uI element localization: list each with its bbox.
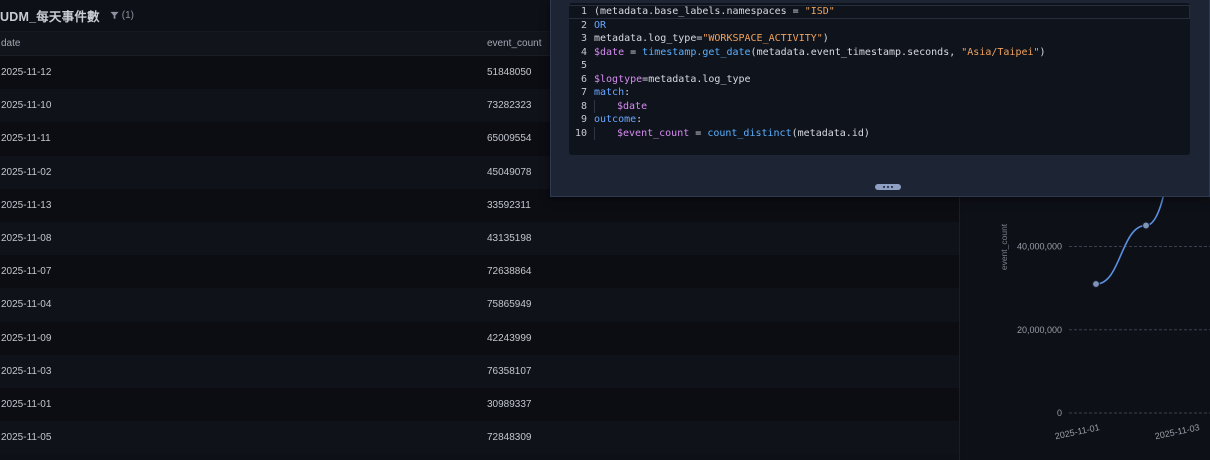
app-root: UDM_每天事件數 (1) date event_count 2025-11-1… <box>0 0 1210 460</box>
code-token: : <box>624 87 631 99</box>
table-row[interactable]: 2025-11-04 75865949 <box>0 288 959 322</box>
code-token: $logtype <box>594 73 643 85</box>
line-number: 8 <box>580 100 587 112</box>
code-line[interactable]: 8 $date <box>569 99 1190 114</box>
cell-event-count: 42243999 <box>487 332 532 344</box>
cell-event-count: 30989337 <box>487 398 532 410</box>
line-number: 1 <box>580 6 587 18</box>
code-line[interactable]: 7 match: <box>569 86 1190 100</box>
cell-date: 2025-11-09 <box>1 332 52 344</box>
code-token: metadata.log_type= <box>594 33 703 45</box>
x-tick-label: 2025-11-01 <box>1054 422 1100 441</box>
code-token: (metadata.id) <box>791 127 870 139</box>
column-header-date[interactable]: date <box>0 38 487 49</box>
table-row[interactable]: 2025-11-01 30989337 <box>0 387 959 422</box>
code-token: "ISD" <box>804 6 835 18</box>
code-token: timestamp.get_date <box>642 46 751 58</box>
code-token: OR <box>594 19 607 31</box>
table-row[interactable]: 2025-11-03 76358107 <box>0 354 959 388</box>
table-row[interactable]: 2025-11-08 43135198 <box>0 221 959 256</box>
indent-guide <box>594 99 595 113</box>
table-row[interactable]: 2025-11-09 42243999 <box>0 321 959 355</box>
line-number: 9 <box>580 114 587 126</box>
cell-date: 2025-11-01 <box>1 398 52 410</box>
code-line[interactable]: 10 $event_count = count_distinct (metadata… <box>569 126 1190 141</box>
code-token: (metadata.event_timestamp.seconds, <box>750 46 962 58</box>
code-token: "Asia/Taipei" <box>961 46 1040 58</box>
cell-event-count: 72638864 <box>487 266 532 278</box>
code-token: (metadata.base_labels.namespaces = <box>594 6 805 18</box>
code-token: match <box>594 87 625 99</box>
cell-event-count: 33592311 <box>487 199 531 211</box>
code-token: $date <box>617 100 648 112</box>
line-number: 3 <box>580 33 587 45</box>
cell-event-count: 72848309 <box>487 432 532 444</box>
cell-date: 2025-11-13 <box>1 199 52 211</box>
cell-date: 2025-11-10 <box>1 100 52 112</box>
table-row[interactable]: 2025-11-05 72848309 <box>0 421 959 455</box>
cell-date: 2025-11-07 <box>1 266 52 278</box>
code-line[interactable]: 3 metadata.log_type= "WORKSPACE_ACTIVITY") <box>569 32 1190 46</box>
code-editor[interactable]: 1 (metadata.base_labels.namespaces = "ISD… <box>569 3 1190 155</box>
code-token: =metadata.log_type <box>642 73 751 85</box>
y-tick-label: 20,000,000 <box>1017 325 1062 335</box>
code-line[interactable]: 1 (metadata.base_labels.namespaces = "ISD… <box>569 5 1190 19</box>
indent-guide <box>594 126 595 140</box>
y-tick-label: 40,000,000 <box>1017 242 1062 252</box>
line-number: 2 <box>580 19 587 31</box>
line-number: 6 <box>580 73 587 85</box>
code-token: "WORKSPACE_ACTIVITY" <box>702 33 823 45</box>
cell-event-count: 75865949 <box>487 299 532 311</box>
code-line[interactable]: 4 $date = timestamp.get_date (metadata.eve… <box>569 46 1190 60</box>
filter-button[interactable]: (1) <box>110 10 134 21</box>
code-token: = <box>624 46 643 58</box>
x-tick-label: 2025-11-03 <box>1154 422 1200 441</box>
cell-event-count: 76358107 <box>487 365 532 377</box>
code-line[interactable]: 2 OR <box>569 19 1190 33</box>
cell-date: 2025-11-05 <box>1 432 52 444</box>
filter-icon <box>110 11 119 20</box>
code-token: $date <box>594 46 625 58</box>
line-number: 5 <box>580 60 587 72</box>
cell-date: 2025-11-12 <box>1 67 52 79</box>
code-token: ) <box>1039 46 1046 58</box>
code-token: outcome <box>594 114 637 126</box>
data-point <box>1142 221 1150 230</box>
cell-event-count: 43135198 <box>487 233 532 245</box>
cell-date: 2025-11-03 <box>1 365 52 377</box>
code-token: ) <box>822 33 829 45</box>
panel-title: UDM_每天事件數 <box>0 10 100 24</box>
code-token: count_distinct <box>707 127 792 139</box>
y-tick-label: 0 <box>1057 408 1062 418</box>
code-token: = <box>689 127 708 139</box>
query-editor-panel: 1 (metadata.base_labels.namespaces = "ISD… <box>550 0 1210 197</box>
table-row[interactable]: 2025-11-07 72638864 <box>0 255 959 289</box>
code-line[interactable]: 6 $logtype =metadata.log_type <box>569 73 1190 87</box>
line-number: 7 <box>580 87 587 99</box>
line-number: 4 <box>580 46 587 58</box>
filter-count: (1) <box>121 10 134 21</box>
line-number: 10 <box>574 127 587 139</box>
y-axis-label: event_count <box>999 223 1009 270</box>
data-point <box>1092 280 1100 288</box>
code-token: : <box>636 114 643 126</box>
code-line[interactable]: 9 outcome: <box>569 113 1190 127</box>
cell-date: 2025-11-02 <box>1 166 52 178</box>
code-token: $event_count <box>617 127 690 139</box>
resize-handle[interactable] <box>875 184 901 190</box>
code-line[interactable]: 5 <box>569 59 1190 73</box>
cell-date: 2025-11-04 <box>1 299 52 311</box>
cell-date: 2025-11-08 <box>1 233 52 245</box>
cell-date: 2025-11-11 <box>1 133 51 145</box>
